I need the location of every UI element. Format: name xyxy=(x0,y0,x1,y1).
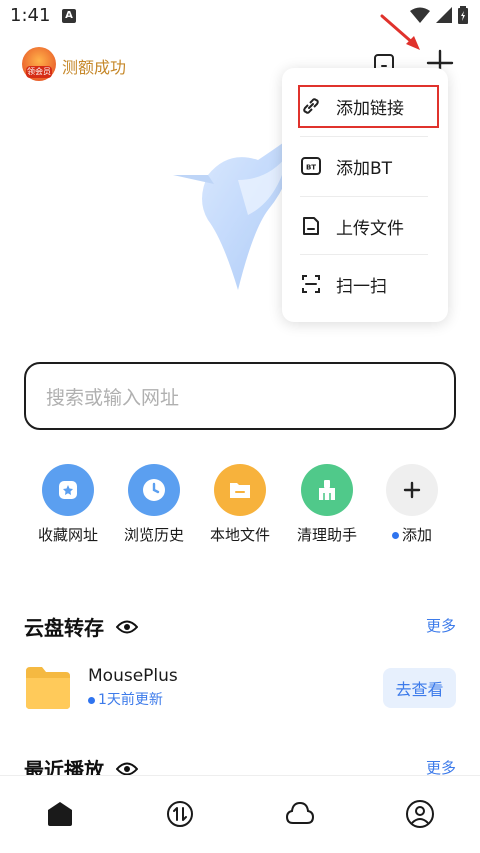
cloud-item-updated-text: 1天前更新 xyxy=(98,692,163,708)
profile-icon[interactable] xyxy=(404,798,436,830)
scan-icon xyxy=(300,273,322,295)
cloud-item-name[interactable]: MousePlus xyxy=(88,666,178,686)
transfer-icon[interactable] xyxy=(164,798,196,830)
tile-label: 清理助手 xyxy=(296,526,357,544)
tile-add[interactable]: 添加 xyxy=(372,464,452,545)
menu-item-scan[interactable]: 扫一扫 xyxy=(300,256,428,312)
folder-icon xyxy=(26,667,70,709)
cloud-icon[interactable] xyxy=(284,798,316,830)
tile-label: 收藏网址 xyxy=(37,526,98,544)
battery-icon xyxy=(458,6,468,24)
new-dot-icon xyxy=(88,696,95,704)
tile-label: 浏览历史 xyxy=(123,526,184,544)
plus-icon xyxy=(386,464,438,516)
annotation-highlight-box xyxy=(298,85,439,128)
signal-icon xyxy=(436,7,452,23)
folder-icon xyxy=(214,464,266,516)
menu-item-add-bt[interactable]: BT 添加BT xyxy=(300,138,428,194)
eye-icon[interactable] xyxy=(116,619,138,635)
bt-icon: BT xyxy=(300,155,322,177)
header-title[interactable]: 测额成功 xyxy=(62,54,126,78)
tile-label: 本地文件 xyxy=(209,526,270,544)
tile-label: 添加 xyxy=(372,524,452,545)
upload-file-icon xyxy=(300,215,322,237)
clock-icon xyxy=(128,464,180,516)
broom-icon xyxy=(301,464,353,516)
tile-history[interactable]: 浏览历史 xyxy=(114,464,194,545)
vip-badge-label: 领会员 xyxy=(26,66,52,78)
notification-icon: A xyxy=(62,9,76,23)
cloud-more-link[interactable]: 更多 xyxy=(426,615,456,636)
cloud-section-title: 云盘转存 xyxy=(24,612,138,641)
bottom-nav xyxy=(0,775,480,853)
bt-icon-text: BT xyxy=(306,164,316,172)
menu-item-label: 上传文件 xyxy=(336,218,404,239)
menu-divider xyxy=(300,254,428,255)
search-input[interactable]: 搜索或输入网址 xyxy=(24,362,456,430)
home-icon[interactable] xyxy=(44,798,76,830)
menu-item-upload-file[interactable]: 上传文件 xyxy=(300,198,428,254)
tile-local-files[interactable]: 本地文件 xyxy=(200,464,280,545)
cloud-item-updated: 1天前更新 xyxy=(88,689,163,709)
section-title-text: 云盘转存 xyxy=(24,616,104,640)
menu-item-label: 添加BT xyxy=(336,158,393,179)
tile-cleaner[interactable]: 清理助手 xyxy=(287,464,367,545)
view-button[interactable]: 去查看 xyxy=(383,668,456,708)
status-time: 1:41 xyxy=(10,5,51,26)
menu-divider xyxy=(300,136,428,137)
search-placeholder: 搜索或输入网址 xyxy=(46,386,180,409)
annotation-arrow-icon xyxy=(380,14,420,50)
menu-divider xyxy=(300,196,428,197)
star-bookmark-icon xyxy=(42,464,94,516)
new-dot-icon xyxy=(391,532,399,539)
tile-label-text: 添加 xyxy=(401,526,432,544)
tile-bookmarks[interactable]: 收藏网址 xyxy=(28,464,108,545)
menu-item-label: 扫一扫 xyxy=(336,276,387,297)
